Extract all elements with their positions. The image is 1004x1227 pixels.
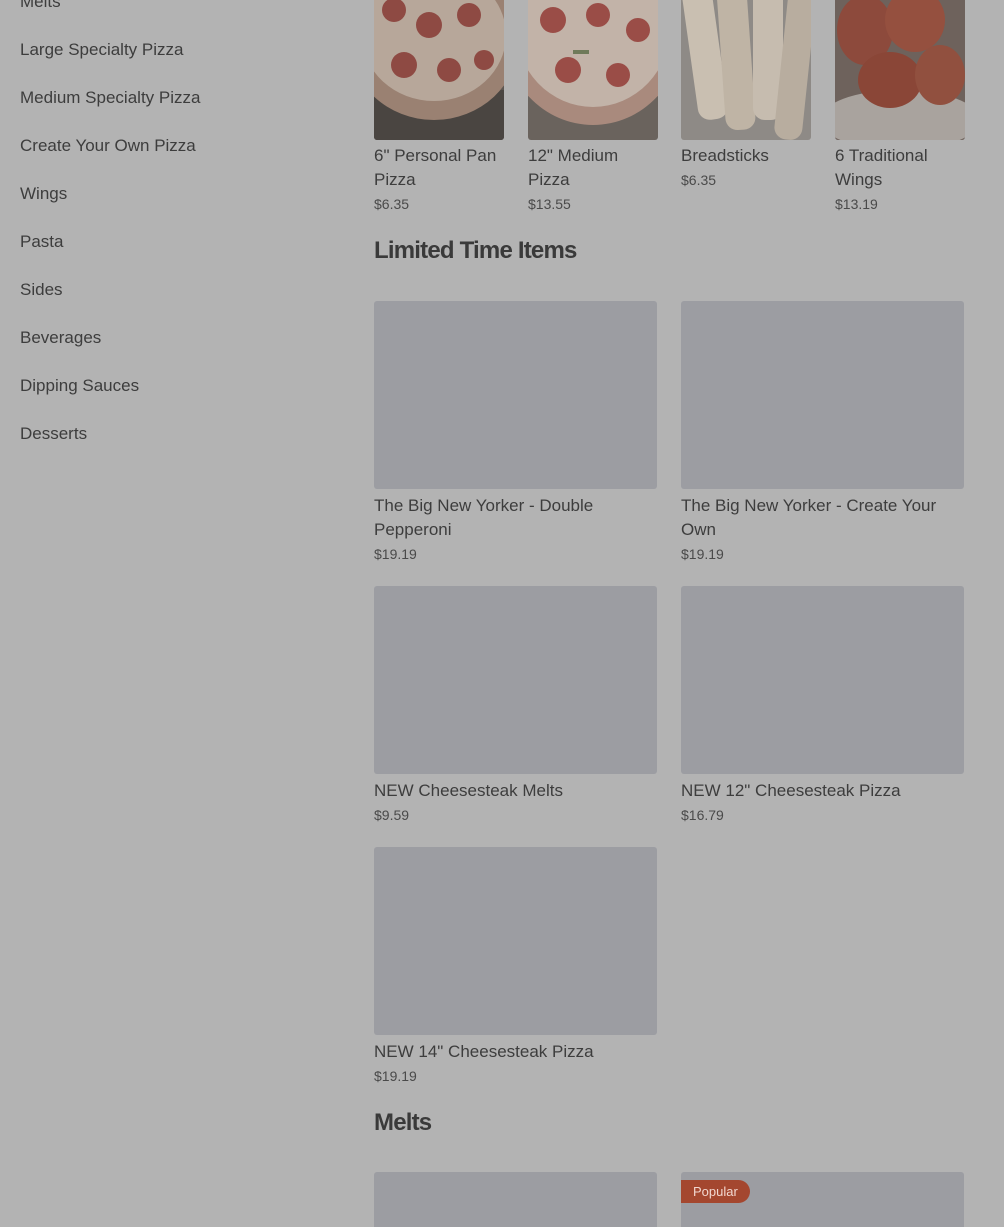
- item-image-placeholder: [681, 586, 964, 774]
- item-name: NEW Cheesesteak Melts: [374, 781, 563, 800]
- sidebar-item-pasta[interactable]: Pasta: [20, 232, 63, 252]
- breadsticks-photo: [681, 0, 811, 140]
- item-name: 6" Personal Pan Pizza: [374, 146, 497, 189]
- menu-item-card[interactable]: NEW Cheesesteak Melts $9.59: [374, 586, 657, 823]
- sidebar-item-medium-specialty-pizza[interactable]: Medium Specialty Pizza: [20, 88, 200, 108]
- item-name: 12" Medium Pizza: [528, 146, 619, 189]
- item-image-placeholder: [374, 847, 657, 1035]
- sidebar-item-sides[interactable]: Sides: [20, 280, 63, 300]
- menu-item-card[interactable]: [374, 1172, 657, 1227]
- item-price: $6.35: [681, 172, 717, 188]
- sidebar-item-wings[interactable]: Wings: [20, 184, 67, 204]
- item-name: NEW 12" Cheesesteak Pizza: [681, 781, 901, 800]
- sidebar-item-desserts[interactable]: Desserts: [20, 424, 87, 444]
- item-name: Breadsticks: [681, 146, 769, 165]
- pepperoni-pan-pizza-photo: [374, 0, 504, 140]
- sidebar-item-large-specialty-pizza[interactable]: Large Specialty Pizza: [20, 40, 183, 60]
- sidebar-item-beverages[interactable]: Beverages: [20, 328, 101, 348]
- item-image-placeholder: [374, 586, 657, 774]
- section-title-limited-time: Limited Time Items: [374, 237, 577, 264]
- menu-item-card[interactable]: 6 Traditional Wings $13.19: [835, 0, 965, 212]
- menu-item-card[interactable]: NEW 12" Cheesesteak Pizza $16.79: [681, 586, 964, 823]
- wings-photo: [835, 0, 965, 140]
- menu-item-card[interactable]: Breadsticks $6.35: [681, 0, 811, 188]
- menu-item-card[interactable]: 6" Personal Pan Pizza $6.35: [374, 0, 504, 212]
- section-title-melts: Melts: [374, 1109, 432, 1136]
- menu-item-card[interactable]: NEW 14" Cheesesteak Pizza $19.19: [374, 847, 657, 1084]
- item-price: $16.79: [681, 807, 724, 823]
- popular-badge: Popular: [681, 1180, 750, 1203]
- item-image-placeholder: [374, 1172, 657, 1227]
- item-image-placeholder: [374, 301, 657, 489]
- pepperoni-pizza-photo: [528, 0, 658, 140]
- sidebar-item-dipping-sauces[interactable]: Dipping Sauces: [20, 376, 139, 396]
- sidebar-item-melts[interactable]: Melts: [20, 0, 61, 12]
- item-price: $9.59: [374, 807, 410, 823]
- menu-item-card[interactable]: 12" Medium Pizza $13.55: [528, 0, 658, 212]
- item-image-placeholder: [681, 301, 964, 489]
- item-price: $19.19: [374, 1068, 417, 1084]
- sidebar-item-create-your-own-pizza[interactable]: Create Your Own Pizza: [20, 136, 196, 156]
- item-name: The Big New Yorker - Double Pepperoni: [374, 496, 594, 539]
- item-image-placeholder: Popular: [681, 1172, 964, 1227]
- item-price: $19.19: [374, 546, 417, 562]
- menu-item-card[interactable]: Popular: [681, 1172, 964, 1227]
- item-name: 6 Traditional Wings: [835, 146, 928, 189]
- menu-item-card[interactable]: The Big New Yorker - Double Pepperoni $1…: [374, 301, 657, 562]
- item-name: The Big New Yorker - Create Your Own: [681, 496, 937, 539]
- item-price: $13.55: [528, 196, 571, 212]
- item-name: NEW 14" Cheesesteak Pizza: [374, 1042, 594, 1061]
- item-price: $19.19: [681, 546, 724, 562]
- menu-item-card[interactable]: The Big New Yorker - Create Your Own $19…: [681, 301, 964, 562]
- item-price: $6.35: [374, 196, 410, 212]
- item-price: $13.19: [835, 196, 878, 212]
